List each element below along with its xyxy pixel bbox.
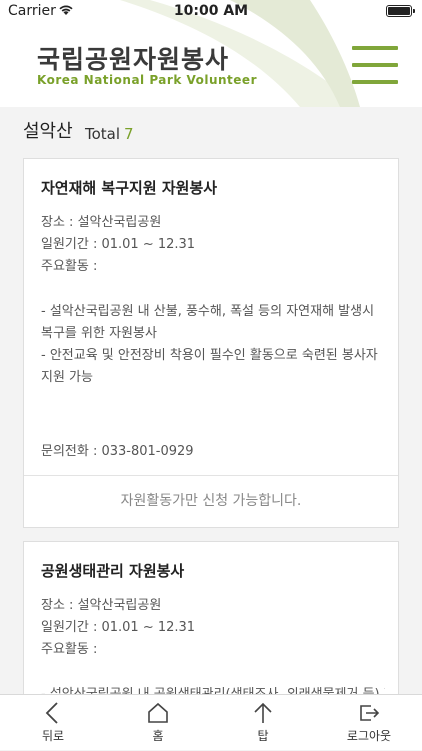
card-place: 장소 : 설악산국립공원 [41,598,162,613]
card-activity-label: 주요활동 : [41,642,98,657]
description-line: - 설악산국립공원 내 산불, 풍수해, 폭설 등의 자연재해 발생시 [41,304,375,319]
scroll-top-icon [254,702,272,723]
logout-icon [360,705,380,721]
battery-icon [386,5,415,17]
tab-label: 홈 [152,729,164,743]
card-period: 일원기간 : 01.01 ~ 12.31 [41,237,196,252]
bottom-tab-bar: 뒤로 홈 탑 로그아웃 [0,694,422,750]
total-count: Total 7 [85,125,134,143]
tab-top[interactable]: 탑 [228,695,298,751]
description-line: 복구를 위한 자원봉사 [41,326,157,341]
tab-home[interactable]: 홈 [123,695,193,751]
card-place: 장소 : 설악산국립공원 [41,215,162,230]
tab-logout[interactable]: 로그아웃 [334,695,404,751]
home-icon [148,702,168,723]
description-line: 지원 가능 [41,370,93,385]
card-period: 일원기간 : 01.01 ~ 12.31 [41,620,196,635]
tab-label: 뒤로 [41,729,65,743]
region-title: 설악산 [23,121,73,142]
card-activity-label: 주요활동 : [41,259,98,274]
card-description: - 설악산국립공원 내 산불, 풍수해, 폭설 등의 자연재해 발생시 복구를 … [41,301,385,389]
card-apply-notice: 자원활동가만 신청 가능합니다. [24,475,398,527]
hamburger-menu-icon[interactable] [350,44,400,86]
app-logo-title[interactable]: 국립공원자원봉사 [37,40,229,76]
card-title: 공원생태관리 자원봉사 [41,562,185,580]
volunteer-card[interactable]: 자연재해 복구지원 자원봉사 장소 : 설악산국립공원 일원기간 : 01.01… [23,158,399,528]
app-logo-subtitle: Korea National Park Volunteer [37,73,257,87]
total-number: 7 [124,125,134,143]
tab-back[interactable]: 뒤로 [18,695,88,751]
tab-label: 로그아웃 [346,729,392,743]
card-phone[interactable]: 문의전화 : 033-801-0929 [41,440,194,459]
status-bar: Carrier 10:00 AM [0,0,422,24]
description-line: - 안전교육 및 안전장비 착용이 필수인 활동으로 숙련된 봉사자 [41,348,378,363]
card-title: 자연재해 복구지원 자원봉사 [41,179,218,197]
app-header: Carrier 10:00 AM 국립공원자원봉사 Korea National… [0,0,422,107]
back-arrow-icon [45,702,58,724]
total-label: Total [85,125,121,143]
tab-label: 탑 [257,729,269,743]
status-time: 10:00 AM [173,3,249,19]
